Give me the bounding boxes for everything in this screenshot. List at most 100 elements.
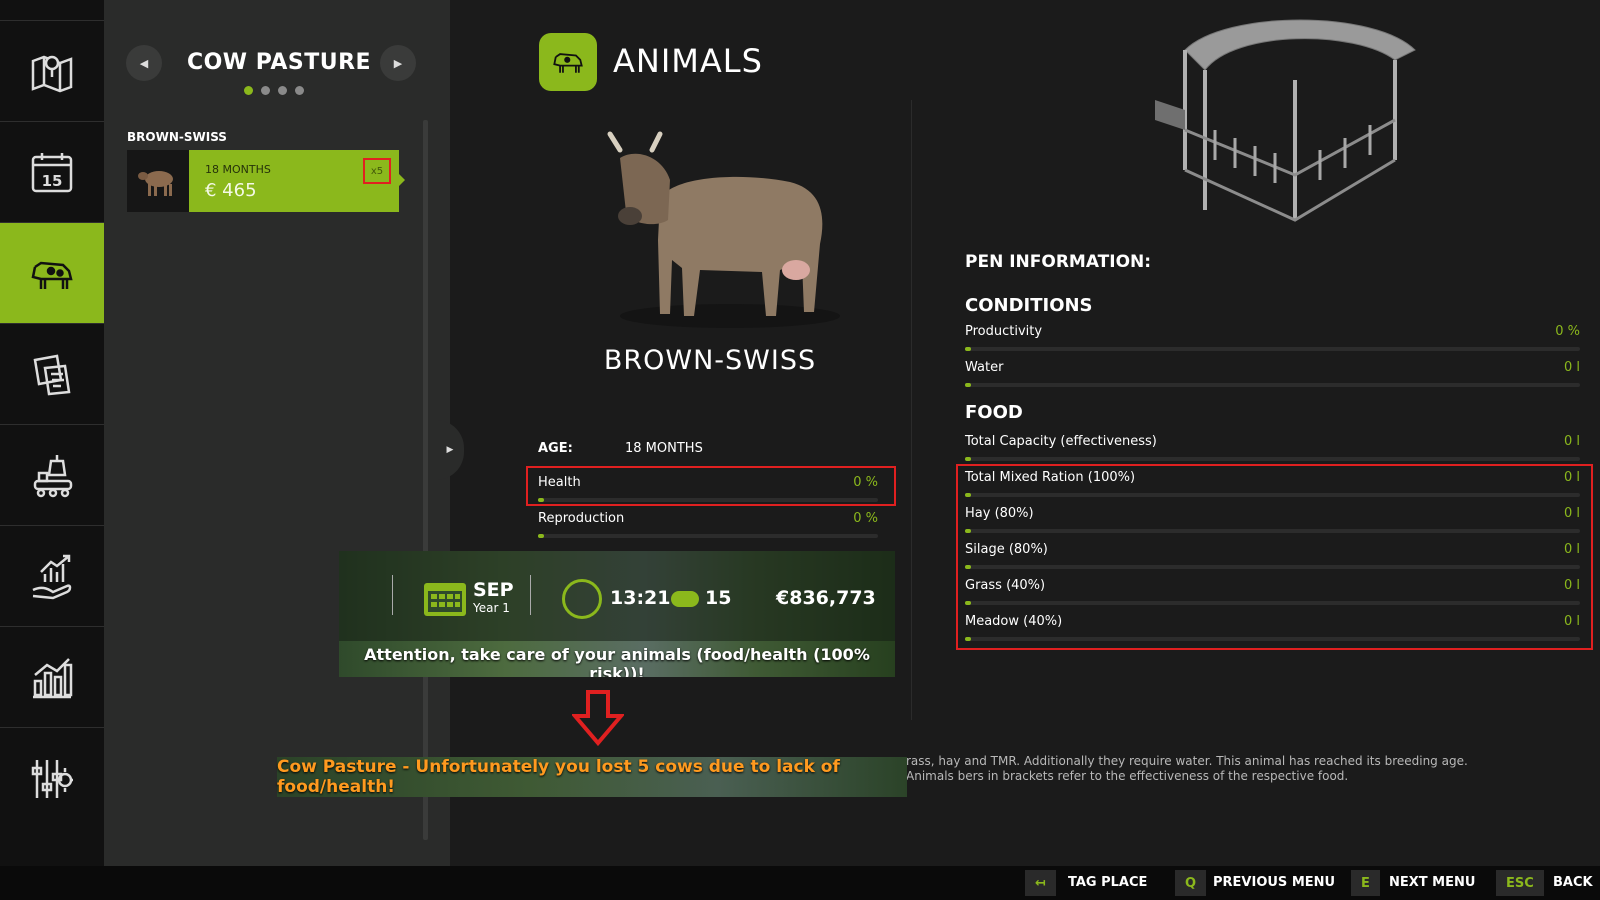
condition-bar <box>965 383 1580 387</box>
menu-item-map[interactable] <box>0 20 104 122</box>
food-heading: FOOD <box>965 402 1023 423</box>
menu-item-settings[interactable] <box>0 727 104 829</box>
pen-info-heading: PEN INFORMATION: <box>965 252 1152 272</box>
next-pasture-button[interactable]: ▶ <box>380 45 416 81</box>
condition-value: 0 % <box>1555 324 1580 339</box>
menu-item-calendar[interactable]: 15 <box>0 121 104 223</box>
animal-count-badge: x5 <box>363 158 391 184</box>
pasture-title: COW PASTURE <box>186 50 372 75</box>
page-dot[interactable] <box>261 86 270 95</box>
food-bar-fill <box>965 457 971 461</box>
animal-thumbnail <box>127 150 189 212</box>
selected-pointer <box>399 174 405 186</box>
stat-label: Reproduction <box>538 511 625 526</box>
breed-group-heading: BROWN-SWISS <box>127 130 227 144</box>
animal-card-info: 18 MONTHS € 465 x5 <box>189 150 405 212</box>
breed-name: BROWN-SWISS <box>603 345 817 376</box>
svg-text:15: 15 <box>42 172 63 190</box>
next-menu-button[interactable]: NEXT MENU <box>1389 875 1475 890</box>
hud-separator <box>392 575 393 615</box>
cow-icon <box>31 261 73 289</box>
food-label: Total Capacity (effectiveness) <box>965 434 1157 449</box>
page-dot[interactable] <box>244 86 253 95</box>
finance-icon <box>32 554 72 599</box>
condition-label: Productivity <box>965 324 1043 339</box>
condition-bar-fill <box>965 383 971 387</box>
animal-care-warning: Attention, take care of your animals (fo… <box>364 645 870 677</box>
column-divider <box>911 100 912 720</box>
food-highlight <box>956 464 1593 650</box>
reproduction-bar-fill <box>538 534 544 538</box>
clock-icon <box>562 579 602 619</box>
hud-year: Year 1 <box>473 601 510 615</box>
previous-menu-key[interactable]: Q <box>1175 870 1207 896</box>
hud-money: €836,773 <box>776 587 876 609</box>
menu-item-finances[interactable] <box>0 525 104 627</box>
animals-header-icon <box>539 33 597 91</box>
cow-icon <box>553 53 583 73</box>
tag-place-key[interactable]: ↤ <box>1025 870 1056 896</box>
food-value: 0 l <box>1563 434 1580 449</box>
footer-controls: ↤ TAG PLACE Q PREVIOUS MENU E NEXT MENU … <box>0 866 1600 900</box>
tag-place-button[interactable]: TAG PLACE <box>1068 875 1147 890</box>
map-icon <box>31 55 73 92</box>
condition-bar <box>965 347 1580 351</box>
game-hud-overlay: SEP Year 1 13:21 15 €836,773 Attention, … <box>339 551 895 677</box>
arrow-down-icon <box>572 690 624 746</box>
previous-pasture-button[interactable]: ◀ <box>126 45 162 81</box>
next-menu-key[interactable]: E <box>1351 870 1380 896</box>
condition-label: Water <box>965 360 1004 375</box>
statistics-icon <box>33 657 73 698</box>
age-label: AGE: <box>538 441 573 456</box>
hud-time-scale: 15 <box>705 587 732 609</box>
page-dot[interactable] <box>278 86 287 95</box>
calendar-icon <box>424 583 466 616</box>
health-highlight <box>526 466 896 506</box>
page-title: ANIMALS <box>613 42 763 80</box>
fast-forward-icon <box>671 591 699 607</box>
hud-month: SEP <box>473 579 514 601</box>
condition-row-productivity: Productivity 0 % <box>965 320 1580 356</box>
menu-item-contracts[interactable] <box>0 323 104 425</box>
reproduction-bar <box>538 534 878 538</box>
back-key[interactable]: ESC <box>1496 870 1544 896</box>
menu-item-animals[interactable] <box>0 222 112 324</box>
conditions-heading: CONDITIONS <box>965 295 1093 316</box>
collapse-panel-button[interactable]: ▶ <box>436 420 464 480</box>
hud-time: 13:21 <box>610 587 671 609</box>
cow-thumbnail-icon <box>138 171 173 196</box>
breed-description: rass, hay and TMR. Additionally they req… <box>906 754 1468 783</box>
back-button[interactable]: BACK <box>1553 875 1593 890</box>
reproduction-row: Reproduction 0 % <box>538 507 878 543</box>
list-scrollbar[interactable] <box>423 120 428 840</box>
age-value: 18 MONTHS <box>625 441 703 456</box>
hud-separator <box>530 575 531 615</box>
animals-screen: 15 ◀ COW PASTURE ▶ BROWN-SWISS 18 MONTHS… <box>0 0 1600 900</box>
loss-message: Cow Pasture - Unfortunately you lost 5 c… <box>277 757 840 797</box>
menu-item-production[interactable] <box>0 424 104 526</box>
arrow-left-icon: ◀ <box>139 56 149 70</box>
main-menu-rail: 15 <box>0 0 112 866</box>
animal-loss-notification: Cow Pasture - Unfortunately you lost 5 c… <box>277 757 907 797</box>
page-indicator <box>244 86 304 95</box>
arrow-right-icon: ▶ <box>393 56 403 70</box>
settings-icon <box>31 759 73 798</box>
condition-bar-fill <box>965 347 971 351</box>
condition-value: 0 l <box>1563 360 1580 375</box>
animal-list-item[interactable]: 18 MONTHS € 465 x5 <box>127 150 405 212</box>
menu-item-statistics[interactable] <box>0 626 104 728</box>
card-age: 18 MONTHS <box>205 163 271 176</box>
page-dot[interactable] <box>295 86 304 95</box>
condition-row-water: Water 0 l <box>965 356 1580 392</box>
production-icon <box>33 454 73 497</box>
card-price: € 465 <box>205 180 257 201</box>
pen-illustration <box>1155 19 1416 222</box>
cow-illustration <box>607 131 840 328</box>
food-bar <box>965 457 1580 461</box>
food-row-total-capacity: Total Capacity (effectiveness) 0 l <box>965 430 1580 466</box>
contracts-icon <box>33 354 71 395</box>
previous-menu-button[interactable]: PREVIOUS MENU <box>1213 875 1335 890</box>
arrow-right-icon: ▶ <box>446 445 454 455</box>
stat-value: 0 % <box>853 511 878 526</box>
animal-list-panel: ◀ COW PASTURE ▶ BROWN-SWISS 18 MONTHS € … <box>104 0 450 866</box>
